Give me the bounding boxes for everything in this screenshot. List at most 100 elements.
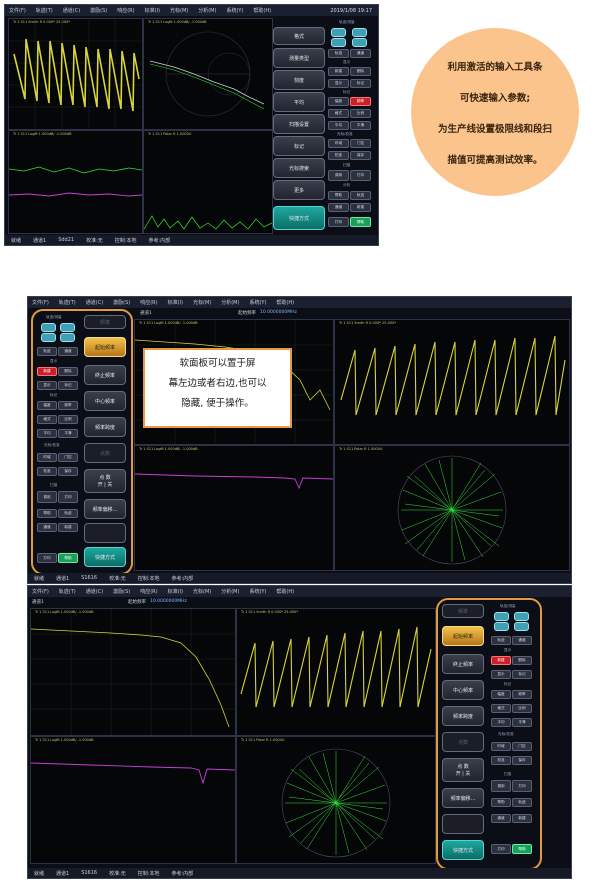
- softkey-marker[interactable]: 标记: [273, 136, 325, 156]
- mini-print[interactable]: 打印: [58, 491, 78, 503]
- softkey-more[interactable]: 更多: [273, 180, 325, 200]
- softkey-stop-freq[interactable]: 终止频率: [84, 365, 126, 385]
- mini-gate[interactable]: 门控: [350, 139, 371, 148]
- mini-new[interactable]: 新建: [328, 67, 349, 76]
- mini-help[interactable]: 帮助: [328, 191, 349, 200]
- softkey-start-freq[interactable]: 起始频率: [442, 626, 484, 646]
- mini-marker[interactable]: 标记: [58, 381, 78, 390]
- channel-pill[interactable]: [331, 38, 346, 47]
- softkey-shortcut[interactable]: 快捷方式: [442, 840, 484, 860]
- menu-analysis[interactable]: 分析(M): [221, 588, 239, 595]
- mini-frequency[interactable]: 频率: [512, 690, 532, 699]
- mini-channel[interactable]: 通道: [58, 347, 78, 356]
- start-freq-value[interactable]: 10.0000000MHz: [150, 599, 187, 604]
- mini-trace[interactable]: 轨迹: [328, 49, 349, 58]
- mini-recall[interactable]: 调用: [328, 170, 349, 181]
- menu-channel[interactable]: 通道(C): [86, 588, 103, 595]
- menu-stimulus[interactable]: 激励(S): [113, 299, 130, 306]
- softkey-span[interactable]: 频率跨度: [84, 417, 126, 437]
- mini-help[interactable]: 帮助: [512, 844, 532, 854]
- mini-delete[interactable]: 删除: [350, 67, 371, 76]
- mini-amplitude[interactable]: 幅度: [328, 97, 349, 106]
- mini-time[interactable]: 时域: [328, 139, 349, 148]
- menu-response[interactable]: 响应(R): [140, 588, 157, 595]
- mini-marker[interactable]: 标记: [512, 670, 532, 679]
- mini-time[interactable]: 时域: [491, 742, 511, 751]
- mini-delete[interactable]: 删除: [512, 656, 532, 665]
- plot-yellow-sawtooth[interactable]: Tr 1 S11 Smith R 0.000* 25.000*: [236, 608, 436, 736]
- mini-print[interactable]: 打印: [37, 553, 57, 563]
- channel-pill[interactable]: [514, 622, 529, 631]
- mini-display[interactable]: 显示: [328, 79, 349, 88]
- menu-trace[interactable]: 轨迹(T): [36, 7, 53, 14]
- menu-trace[interactable]: 轨迹(T): [59, 299, 76, 306]
- mini-format[interactable]: 格式: [328, 109, 349, 118]
- mini-new[interactable]: 新建: [37, 367, 57, 376]
- plot-noise-floor[interactable]: Tr 1 S11 Polar R 1.0000U: [143, 130, 273, 234]
- softkey-points-toggle[interactable]: 点 数 开 | 关: [442, 758, 484, 782]
- menu-help[interactable]: 帮助(H): [276, 299, 294, 306]
- menu-file[interactable]: 文件(F): [32, 299, 49, 306]
- menu-system[interactable]: 系统(Y): [226, 7, 243, 14]
- mini-trace[interactable]: 轨迹: [512, 798, 532, 807]
- menu-file[interactable]: 文件(F): [32, 588, 49, 595]
- mini-display[interactable]: 显示: [37, 381, 57, 390]
- plot-yellow-sawtooth[interactable]: Tr 1 S11 Smith R 0.000* 25.000*: [334, 319, 570, 445]
- channel-pill[interactable]: [494, 612, 509, 621]
- menu-trace[interactable]: 轨迹(T): [59, 588, 76, 595]
- mini-channel[interactable]: 通道: [328, 203, 349, 212]
- mini-average[interactable]: 平均: [491, 718, 511, 727]
- mini-save[interactable]: 保存: [350, 151, 371, 160]
- mini-marker[interactable]: 标记: [350, 79, 371, 88]
- plot-logmag-rolloff[interactable]: Tr 1 S11 LogM 1.000dB/ -1.000dB: [30, 608, 236, 736]
- softkey-start-freq[interactable]: 起始频率: [84, 337, 126, 357]
- softkey-center-freq[interactable]: 中心频率: [442, 680, 484, 700]
- mini-average[interactable]: 平均: [37, 429, 57, 438]
- menu-calibration[interactable]: 标准(I): [168, 299, 183, 306]
- softkey-center-freq[interactable]: 中心频率: [84, 391, 126, 411]
- channel-pill[interactable]: [60, 323, 75, 332]
- channel-pill[interactable]: [41, 323, 56, 332]
- menu-help[interactable]: 帮助(H): [253, 7, 271, 14]
- softkey-freq-offset[interactable]: 频率偏移...: [84, 499, 126, 519]
- plot-polar-burst[interactable]: Tr 1 S11 Polar R 1.0000U: [334, 445, 570, 571]
- mini-gate[interactable]: 门控: [58, 453, 78, 462]
- mini-recall[interactable]: 调用: [37, 491, 57, 503]
- menu-analysis[interactable]: 分析(M): [198, 7, 216, 14]
- menu-help[interactable]: 帮助(H): [276, 588, 294, 595]
- menu-marker[interactable]: 光标(M): [170, 7, 188, 14]
- start-freq-value[interactable]: 10.0000000MHz: [260, 310, 297, 315]
- mini-trace[interactable]: 轨迹: [350, 191, 371, 200]
- softkey-span[interactable]: 频率跨度: [442, 706, 484, 726]
- menu-stimulus[interactable]: 激励(S): [113, 588, 130, 595]
- plot-magenta-notch[interactable]: Tr 1 S11 LogM 1.000dB/ -1.000dB: [30, 736, 236, 864]
- channel-pill[interactable]: [41, 333, 56, 342]
- menu-channel[interactable]: 通道(C): [86, 299, 103, 306]
- menu-calibration[interactable]: 标准(I): [168, 588, 183, 595]
- softkey-shortcut[interactable]: 快捷方式: [273, 206, 325, 230]
- channel-pill[interactable]: [352, 38, 367, 47]
- mini-help[interactable]: 帮助: [58, 553, 78, 563]
- softkey-sweep[interactable]: 扫描设置: [273, 114, 325, 134]
- mini-frequency[interactable]: 频率: [350, 97, 371, 106]
- mini-recall[interactable]: 调用: [491, 780, 511, 792]
- softkey-shortcut[interactable]: 快捷方式: [84, 547, 126, 567]
- mini-smooth[interactable]: 平滑: [58, 429, 78, 438]
- softkey-measure[interactable]: 测量类型: [273, 48, 325, 68]
- mini-format[interactable]: 格式: [491, 704, 511, 713]
- mini-channel[interactable]: 通道: [350, 49, 371, 58]
- mini-smooth[interactable]: 平滑: [512, 718, 532, 727]
- mini-display[interactable]: 显示: [491, 670, 511, 679]
- menu-file[interactable]: 文件(F): [9, 7, 26, 14]
- channel-pill[interactable]: [494, 622, 509, 631]
- mini-scale[interactable]: 比例: [350, 109, 371, 118]
- mini-print[interactable]: 打印: [512, 780, 532, 792]
- mini-save[interactable]: 保存: [512, 756, 532, 765]
- softkey-points-toggle[interactable]: 点 数 开 | 关: [84, 469, 126, 493]
- menu-calibration[interactable]: 标准(I): [145, 7, 160, 14]
- menu-stimulus[interactable]: 激励(S): [90, 7, 107, 14]
- menu-marker[interactable]: 光标(M): [193, 588, 211, 595]
- mini-help[interactable]: 帮助: [350, 217, 371, 227]
- menu-response[interactable]: 响应(R): [140, 299, 157, 306]
- menu-response[interactable]: 响应(R): [117, 7, 134, 14]
